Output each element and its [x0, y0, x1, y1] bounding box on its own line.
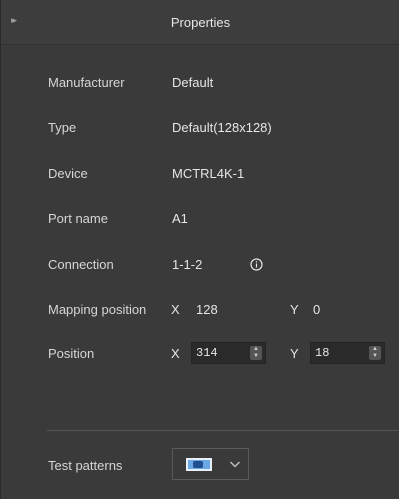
position-y-input[interactable]: [311, 343, 349, 363]
position-x-stepper[interactable]: ▲▼: [191, 342, 266, 364]
connection-label: Connection: [48, 257, 114, 272]
mapping-y-label: Y: [290, 302, 299, 317]
position-row: Position X ▲▼ Y ▲▼: [1, 342, 399, 366]
properties-panel: ▸▸ Properties Manufacturer Default Type …: [0, 0, 399, 499]
manufacturer-label: Manufacturer: [48, 75, 125, 90]
position-y-spin-buttons[interactable]: ▲ ▼: [369, 346, 381, 360]
chevron-down-icon: [229, 458, 241, 470]
info-icon[interactable]: [250, 258, 263, 271]
position-x-input[interactable]: [192, 343, 230, 363]
type-row: Type Default(128x128): [1, 117, 399, 141]
port-name-label: Port name: [48, 211, 108, 226]
position-x-spin-buttons[interactable]: ▲ ▼: [250, 346, 262, 360]
test-patterns-dropdown[interactable]: [172, 448, 249, 480]
position-y-label: Y: [290, 346, 299, 361]
mapping-x-label: X: [171, 302, 180, 317]
test-pattern-icon: [186, 458, 212, 471]
port-name-value: A1: [172, 211, 188, 226]
manufacturer-value: Default: [172, 75, 214, 90]
panel-header: ▸▸ Properties: [1, 0, 399, 45]
type-value: Default(128x128): [172, 120, 272, 135]
mapping-x-value: 128: [196, 302, 218, 317]
device-row: Device MCTRL4K-1: [1, 163, 399, 187]
mapping-position-row: Mapping position X 128 Y 0: [1, 299, 399, 323]
manufacturer-row: Manufacturer Default: [1, 72, 399, 96]
mapping-y-value: 0: [313, 302, 321, 317]
test-patterns-label: Test patterns: [48, 458, 123, 473]
position-y-stepper[interactable]: ▲▼: [310, 342, 385, 364]
position-x-label: X: [171, 346, 180, 361]
section-divider: [47, 430, 399, 431]
port-name-row: Port name A1: [1, 208, 399, 232]
connection-row: Connection 1-1-2: [1, 254, 399, 278]
connection-value: 1-1-2: [172, 257, 203, 272]
panel-title: Properties: [170, 15, 231, 30]
position-label: Position: [48, 346, 95, 361]
type-label: Type: [48, 120, 77, 135]
device-value: MCTRL4K-1: [172, 166, 245, 181]
device-label: Device: [48, 166, 88, 181]
mapping-position-label: Mapping position: [48, 302, 147, 317]
